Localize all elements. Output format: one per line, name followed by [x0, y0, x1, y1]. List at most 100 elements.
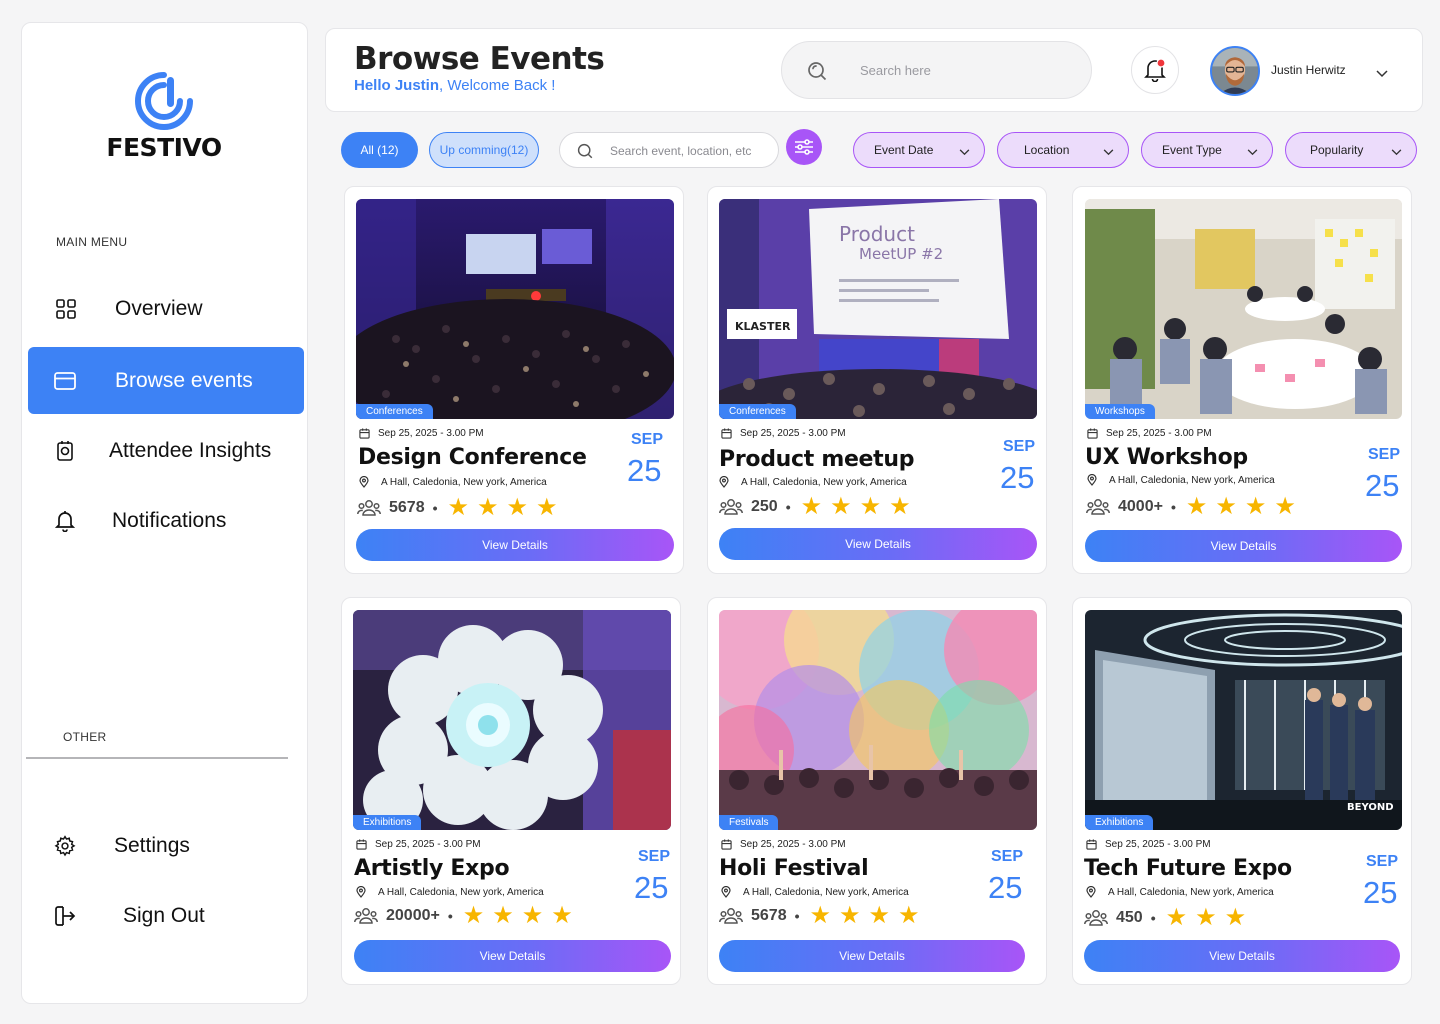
chevron-down-icon — [1391, 145, 1402, 159]
sidebar-item-overview[interactable]: Overview — [28, 275, 304, 343]
location-pin-icon — [359, 476, 369, 488]
event-date: Sep 25, 2025 - 3.00 PM — [721, 428, 846, 439]
star-icon: ★ — [809, 902, 832, 929]
view-details-button[interactable]: View Details — [719, 528, 1037, 560]
svg-text:BEYOND: BEYOND — [1347, 802, 1394, 813]
filter-settings-button[interactable] — [786, 129, 822, 165]
event-location: A Hall, Caledonia, New york, America — [1086, 886, 1274, 898]
event-location: A Hall, Caledonia, New york, America — [1087, 474, 1275, 486]
festivo-logo-icon — [135, 72, 193, 130]
event-stats: 450 • ★ ★ ★ — [1084, 906, 1254, 930]
sidebar-item-notifications[interactable]: Notifications — [28, 487, 304, 555]
event-day: 25 — [1363, 875, 1398, 910]
event-card: BEYOND Exhibitions Sep 25, 2025 - 3.00 P… — [1072, 597, 1412, 985]
filter-upcoming-button[interactable]: Up comming(12) — [429, 132, 539, 168]
event-stats: 20000+ • ★ ★ ★ ★ — [354, 904, 581, 928]
star-icon: ★ — [859, 493, 882, 520]
sidebar-item-label: Overview — [115, 297, 203, 320]
bell-icon — [1144, 58, 1166, 82]
event-month: SEP — [1368, 446, 1401, 463]
calendar-icon — [1087, 428, 1098, 439]
event-title: Tech Future Expo — [1084, 856, 1292, 881]
event-stats: 4000+ • ★ ★ ★ ★ — [1086, 495, 1304, 519]
svg-text:Product: Product — [839, 222, 915, 246]
event-title: UX Workshop — [1085, 445, 1248, 470]
event-stats: 5678 • ★ ★ ★ ★ — [357, 496, 566, 520]
event-image[interactable]: BEYOND Exhibitions — [1085, 610, 1402, 830]
event-stats: 250 • ★ ★ ★ ★ — [719, 495, 919, 519]
sidebar-item-label: Settings — [114, 834, 190, 857]
sidebar-item-label: Browse events — [115, 368, 253, 392]
star-icon: ★ — [1185, 493, 1208, 520]
sidebar-item-label: Notifications — [112, 509, 227, 532]
sidebar-item-settings[interactable]: Settings — [28, 812, 304, 880]
view-details-button[interactable]: View Details — [354, 940, 671, 972]
event-card: Workshops Sep 25, 2025 - 3.00 PM UX Work… — [1072, 186, 1412, 574]
chevron-down-icon[interactable] — [1376, 65, 1388, 83]
sidebar-item-sign-out[interactable]: Sign Out — [28, 882, 304, 950]
top-header: Browse Events Hello Justin, Welcome Back… — [325, 28, 1423, 112]
event-image[interactable]: Festivals — [719, 610, 1037, 830]
sidebar-item-browse-events[interactable]: Browse events — [28, 347, 304, 414]
attendee-count: 5678 — [751, 907, 787, 924]
location-pin-icon — [721, 886, 731, 898]
event-day: 25 — [1365, 468, 1400, 503]
dropdown-label: Popularity — [1310, 143, 1364, 157]
event-image[interactable]: Workshops — [1085, 199, 1402, 419]
sidebar: FESTIVO MAIN MENU Overview Browse events… — [21, 22, 308, 1004]
dropdown-popularity[interactable]: Popularity — [1285, 132, 1417, 168]
star-icon: ★ — [477, 494, 499, 521]
calendar-icon — [721, 839, 732, 850]
bell-icon — [53, 509, 77, 533]
event-image[interactable]: Exhibitions — [353, 610, 671, 830]
header-search-input[interactable]: Search here — [781, 41, 1092, 99]
view-details-button[interactable]: View Details — [1085, 530, 1402, 562]
sidebar-item-attendee-insights[interactable]: Attendee Insights — [28, 417, 304, 485]
event-date: Sep 25, 2025 - 3.00 PM — [1087, 428, 1212, 439]
event-image[interactable]: Conferences — [356, 199, 674, 419]
attendee-count: 250 — [751, 498, 778, 515]
event-card: Product MeetUP #2 KLASTER Conferences Se… — [707, 186, 1047, 574]
calendar-icon — [721, 428, 732, 439]
event-day: 25 — [1000, 460, 1035, 495]
star-icon: ★ — [1244, 493, 1267, 520]
chevron-down-icon — [1247, 145, 1258, 159]
dropdown-location[interactable]: Location — [997, 132, 1129, 168]
event-category-tag: Exhibitions — [1085, 815, 1154, 830]
attendee-count: 4000+ — [1118, 498, 1163, 515]
brand-logo[interactable]: FESTIVO — [104, 71, 224, 162]
star-icon: ★ — [800, 493, 823, 520]
dropdown-label: Event Date — [874, 143, 934, 157]
search-placeholder: Search here — [860, 63, 931, 78]
event-date: Sep 25, 2025 - 3.00 PM — [721, 839, 846, 850]
dropdown-label: Event Type — [1162, 143, 1222, 157]
user-avatar[interactable] — [1210, 46, 1260, 96]
event-category-tag: Conferences — [356, 404, 433, 419]
event-category-tag: Festivals — [719, 815, 779, 830]
event-title: Design Conference — [358, 445, 587, 470]
star-icon: ★ — [1215, 493, 1237, 520]
event-month: SEP — [1366, 853, 1399, 870]
event-title: Product meetup — [719, 447, 915, 472]
view-details-button[interactable]: View Details — [719, 940, 1025, 972]
dropdown-event-type[interactable]: Event Type — [1141, 132, 1273, 168]
event-search-input[interactable]: Search event, location, etc — [559, 132, 779, 168]
event-category-tag: Workshops — [1085, 404, 1155, 419]
notifications-button[interactable] — [1131, 46, 1179, 94]
star-icon: ★ — [521, 902, 544, 929]
attendees-icon — [719, 499, 743, 515]
event-month: SEP — [991, 848, 1024, 865]
search-icon — [577, 143, 593, 164]
dropdown-event-date[interactable]: Event Date — [853, 132, 985, 168]
event-day: 25 — [988, 870, 1023, 905]
star-icon: ★ — [868, 902, 891, 929]
sliders-icon — [795, 139, 813, 155]
event-image[interactable]: Product MeetUP #2 KLASTER Conferences — [719, 199, 1037, 419]
welcome-message: Hello Justin, Welcome Back ! — [354, 77, 556, 94]
view-details-button[interactable]: View Details — [356, 529, 674, 561]
star-icon: ★ — [551, 902, 573, 929]
event-search-placeholder: Search event, location, etc — [610, 144, 752, 158]
filter-all-button[interactable]: All (12) — [341, 132, 418, 168]
event-location: A Hall, Caledonia, New york, America — [721, 886, 909, 898]
view-details-button[interactable]: View Details — [1084, 940, 1400, 972]
